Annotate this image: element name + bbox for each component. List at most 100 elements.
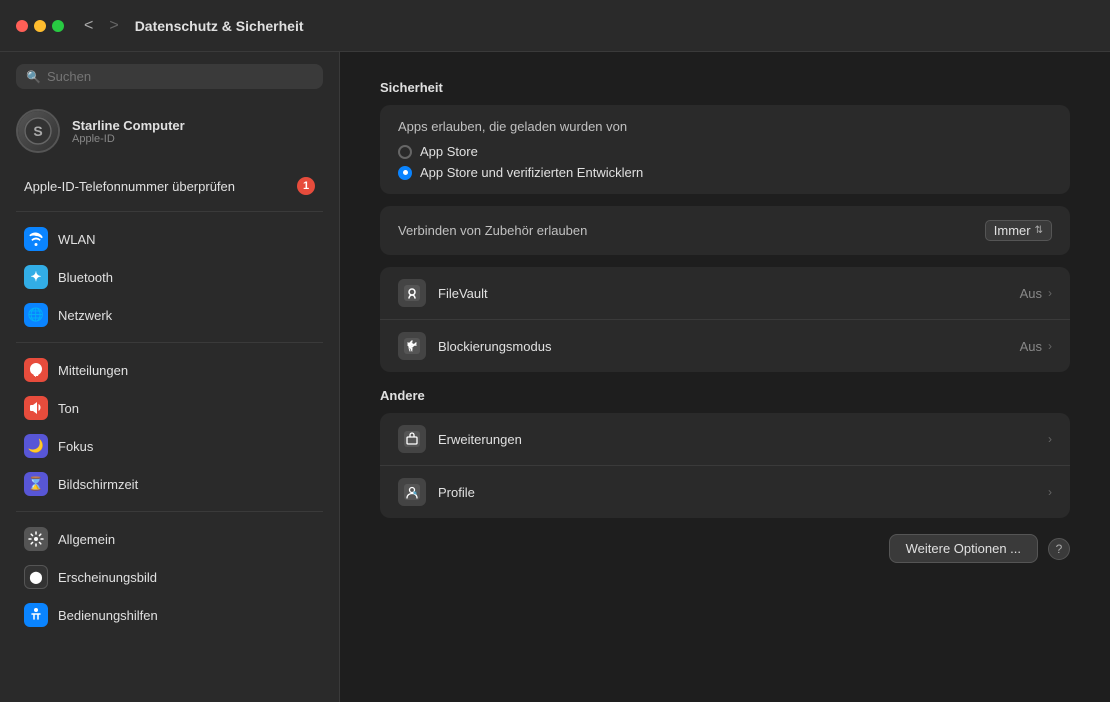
sidebar-item-allgemein[interactable]: Allgemein bbox=[8, 521, 331, 557]
sidebar-item-bluetooth[interactable]: ✦ Bluetooth bbox=[8, 259, 331, 295]
sidebar-item-erscheinungsbild[interactable]: ⬤ Erscheinungsbild bbox=[8, 559, 331, 595]
forward-button[interactable]: > bbox=[105, 15, 122, 37]
erweiterungen-row[interactable]: Erweiterungen › bbox=[380, 413, 1070, 466]
fokus-icon: 🌙 bbox=[24, 434, 48, 458]
fokus-icon-glyph: 🌙 bbox=[28, 438, 44, 454]
user-subtitle: Apple-ID bbox=[72, 133, 185, 145]
profile-row[interactable]: Profile › bbox=[380, 466, 1070, 518]
sidebar-item-mitteilungen[interactable]: Mitteilungen bbox=[8, 352, 331, 388]
erscheinungsbild-icon: ⬤ bbox=[24, 565, 48, 589]
maximize-button[interactable] bbox=[52, 20, 64, 32]
profile-icon-svg bbox=[403, 483, 421, 501]
main-layout: 🔍 S Starline Computer Apple-ID bbox=[0, 52, 1110, 702]
blockierungsmodus-label: Blockierungsmodus bbox=[438, 339, 1020, 354]
radio-circle-app-store-dev bbox=[398, 166, 412, 180]
allgemein-icon bbox=[24, 527, 48, 551]
netzwerk-icon-glyph: 🌐 bbox=[28, 307, 44, 323]
filevault-chevron-icon: › bbox=[1048, 286, 1052, 300]
accessory-label: Verbinden von Zubehör erlauben bbox=[398, 223, 587, 238]
search-container: 🔍 bbox=[0, 64, 339, 101]
app-allow-card: Apps erlauben, die geladen wurden von Ap… bbox=[380, 105, 1070, 194]
content-area: Sicherheit Apps erlauben, die geladen wu… bbox=[340, 52, 1110, 702]
svg-text:S: S bbox=[33, 123, 42, 139]
notification-item[interactable]: Apple-ID-Telefonnummer überprüfen 1 bbox=[8, 169, 331, 203]
content-footer: Weitere Optionen ... ? bbox=[380, 534, 1070, 563]
bluetooth-icon-glyph: ✦ bbox=[31, 269, 42, 285]
sidebar-item-label-bildschirmzeit: Bildschirmzeit bbox=[58, 477, 138, 492]
filevault-row[interactable]: FileVault Aus › bbox=[380, 267, 1070, 320]
ton-icon bbox=[24, 396, 48, 420]
wlan-icon bbox=[24, 227, 48, 251]
profile-icon bbox=[398, 478, 426, 506]
sidebar-divider-top bbox=[16, 211, 323, 212]
more-options-button[interactable]: Weitere Optionen ... bbox=[889, 534, 1038, 563]
stepper-value: Immer bbox=[994, 223, 1031, 238]
bedienungshilfen-icon-svg bbox=[28, 607, 44, 623]
sidebar: 🔍 S Starline Computer Apple-ID bbox=[0, 52, 340, 702]
bluetooth-icon: ✦ bbox=[24, 265, 48, 289]
erweiterungen-chevron-icon: › bbox=[1048, 432, 1052, 446]
blockierungsmodus-chevron-icon: › bbox=[1048, 339, 1052, 353]
sidebar-item-label-netzwerk: Netzwerk bbox=[58, 308, 112, 323]
sidebar-item-fokus[interactable]: 🌙 Fokus bbox=[8, 428, 331, 464]
user-avatar-icon: S bbox=[24, 117, 52, 145]
wlan-icon-svg bbox=[28, 231, 44, 247]
search-icon: 🔍 bbox=[26, 70, 41, 84]
security-list-card: FileVault Aus › Blockierungsmodus Aus bbox=[380, 267, 1070, 372]
sidebar-item-netzwerk[interactable]: 🌐 Netzwerk bbox=[8, 297, 331, 333]
minimize-button[interactable] bbox=[34, 20, 46, 32]
mitteilungen-icon bbox=[24, 358, 48, 382]
blockierungsmodus-icon bbox=[398, 332, 426, 360]
sidebar-item-bedienungshilfen[interactable]: Bedienungshilfen bbox=[8, 597, 331, 633]
sidebar-item-label-bluetooth: Bluetooth bbox=[58, 270, 113, 285]
filevault-icon-svg bbox=[403, 284, 421, 302]
sidebar-item-label-wlan: WLAN bbox=[58, 232, 96, 247]
blockierungsmodus-icon-svg bbox=[403, 337, 421, 355]
notification-badge: 1 bbox=[297, 177, 315, 195]
sidebar-item-label-allgemein: Allgemein bbox=[58, 532, 115, 547]
sidebar-item-label-fokus: Fokus bbox=[58, 439, 93, 454]
help-button[interactable]: ? bbox=[1048, 538, 1070, 560]
avatar: S bbox=[16, 109, 60, 153]
title-bar: < > Datenschutz & Sicherheit bbox=[0, 0, 1110, 52]
sidebar-item-wlan[interactable]: WLAN bbox=[8, 221, 331, 257]
close-button[interactable] bbox=[16, 20, 28, 32]
mitteilungen-icon-svg bbox=[28, 362, 44, 378]
app-allow-title: Apps erlauben, die geladen wurden von bbox=[398, 119, 1052, 134]
accessory-card: Verbinden von Zubehör erlauben Immer ⇅ bbox=[380, 206, 1070, 255]
window-title: Datenschutz & Sicherheit bbox=[135, 18, 304, 34]
accessory-stepper[interactable]: Immer ⇅ bbox=[985, 220, 1052, 241]
sidebar-divider-2 bbox=[16, 511, 323, 512]
ton-icon-svg bbox=[28, 400, 44, 416]
sidebar-item-label-ton: Ton bbox=[58, 401, 79, 416]
user-profile[interactable]: S Starline Computer Apple-ID bbox=[0, 101, 339, 169]
sidebar-divider-1 bbox=[16, 342, 323, 343]
accessory-row: Verbinden von Zubehör erlauben Immer ⇅ bbox=[380, 206, 1070, 255]
netzwerk-icon: 🌐 bbox=[24, 303, 48, 327]
erweiterungen-label: Erweiterungen bbox=[438, 432, 1048, 447]
filevault-label: FileVault bbox=[438, 286, 1020, 301]
back-button[interactable]: < bbox=[80, 15, 97, 37]
radio-app-store-dev[interactable]: App Store und verifizierten Entwicklern bbox=[398, 165, 1052, 180]
radio-group: App Store App Store und verifizierten En… bbox=[398, 144, 1052, 180]
blockierungsmodus-row[interactable]: Blockierungsmodus Aus › bbox=[380, 320, 1070, 372]
sidebar-item-ton[interactable]: Ton bbox=[8, 390, 331, 426]
profile-label: Profile bbox=[438, 485, 1048, 500]
filevault-icon bbox=[398, 279, 426, 307]
bildschirmzeit-icon-glyph: ⌛ bbox=[28, 476, 44, 492]
radio-app-store[interactable]: App Store bbox=[398, 144, 1052, 159]
stepper-arrows-icon: ⇅ bbox=[1035, 225, 1043, 236]
radio-label-app-store-dev: App Store und verifizierten Entwicklern bbox=[420, 165, 643, 180]
user-name: Starline Computer bbox=[72, 118, 185, 133]
bedienungshilfen-icon bbox=[24, 603, 48, 627]
erweiterungen-icon-svg bbox=[403, 430, 421, 448]
profile-chevron-icon: › bbox=[1048, 485, 1052, 499]
filevault-status: Aus bbox=[1020, 286, 1042, 301]
search-box[interactable]: 🔍 bbox=[16, 64, 323, 89]
blockierungsmodus-status: Aus bbox=[1020, 339, 1042, 354]
erweiterungen-icon bbox=[398, 425, 426, 453]
radio-circle-app-store bbox=[398, 145, 412, 159]
search-input[interactable] bbox=[47, 69, 313, 84]
allgemein-icon-svg bbox=[28, 531, 44, 547]
sidebar-item-bildschirmzeit[interactable]: ⌛ Bildschirmzeit bbox=[8, 466, 331, 502]
